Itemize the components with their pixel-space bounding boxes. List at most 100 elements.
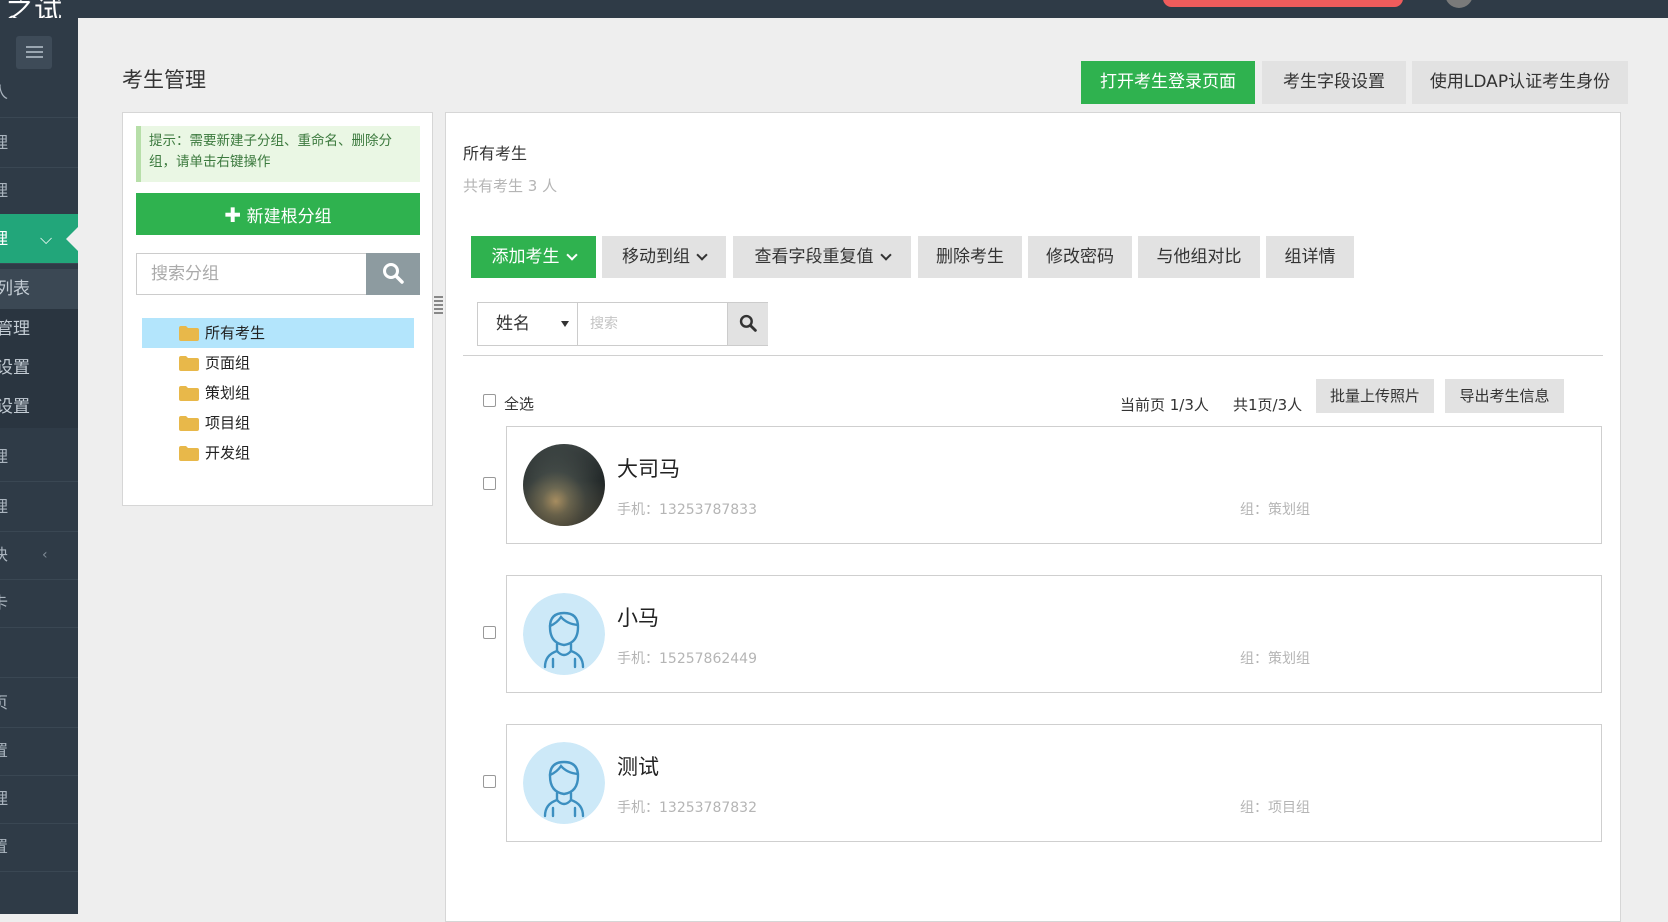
add-student-label: 添加考生 <box>491 247 560 267</box>
menu-toggle-icon[interactable] <box>16 36 52 69</box>
sidebar-item-label: 置 <box>0 822 8 871</box>
upload-photos-button[interactable]: 批量上传照片 <box>1316 379 1434 413</box>
student-card[interactable]: 测试 手机：13253787832 组：项目组 <box>506 724 1602 842</box>
default-avatar-icon <box>523 742 605 824</box>
sidebar-item[interactable]: 卡 <box>0 578 78 628</box>
group-title: 所有考生 <box>463 144 528 163</box>
group-search-input[interactable] <box>136 253 367 295</box>
add-student-button[interactable]: 添加考生 <box>471 236 596 278</box>
folder-icon <box>179 416 199 431</box>
sidebar-item-label: 理 <box>0 432 8 481</box>
sidebar-item[interactable]: 页 <box>0 678 78 728</box>
sidebar-item-label: 理 <box>0 774 8 823</box>
total-info: 共1页/3人 <box>1233 396 1303 414</box>
sidebar-item-label: 理 <box>0 214 8 263</box>
user-avatar[interactable] <box>1445 0 1473 8</box>
sidebar-subitem[interactable]: 设置 <box>0 387 78 428</box>
tree-item-group[interactable]: 项目组 <box>142 408 414 438</box>
group-details-button[interactable]: 组详情 <box>1266 236 1354 278</box>
tree-item-label: 策划组 <box>205 384 251 402</box>
top-alert-pill[interactable] <box>1163 0 1403 7</box>
tree-item-label: 项目组 <box>205 414 251 432</box>
group-panel: 提示：需要新建子分组、重命名、删除分组，请单击右键操作 ✚ 新建根分组 所有考生… <box>122 112 433 506</box>
student-search-input[interactable] <box>578 303 727 345</box>
sidebar-item-label: 理 <box>0 118 8 167</box>
delete-student-button[interactable]: 删除考生 <box>918 236 1022 278</box>
search-icon <box>739 314 757 332</box>
tree-item-group[interactable]: 开发组 <box>142 438 414 468</box>
folder-icon <box>179 386 199 401</box>
compare-group-button[interactable]: 与他组对比 <box>1138 236 1260 278</box>
page-title: 考生管理 <box>122 68 206 92</box>
default-avatar-icon <box>523 593 605 675</box>
student-card[interactable]: 小马 手机：15257862449 组：策划组 <box>506 575 1602 693</box>
student-name: 测试 <box>617 755 659 779</box>
sidebar-item[interactable]: 置 <box>0 726 78 776</box>
filter-field-value: 姓名 <box>496 314 530 334</box>
student-name: 大司马 <box>617 457 680 481</box>
group-tree: 所有考生 页面组 策划组 项目组 开发组 <box>142 318 414 468</box>
sidebar-item-label: 置 <box>0 726 8 775</box>
tree-item-all-students[interactable]: 所有考生 <box>142 318 414 348</box>
sidebar-item[interactable]: 理 <box>0 482 78 532</box>
student-checkbox[interactable] <box>483 626 496 639</box>
select-all-label: 全选 <box>504 395 535 413</box>
chevron-down-icon: ⌵ <box>40 229 53 248</box>
sidebar: 人 理 理 理 ⌵ 列表 管理 设置 设置 理 理 块‹ 卡 页 置 理 置 <box>0 18 78 914</box>
sidebar-item[interactable]: 理 <box>0 774 78 824</box>
sidebar-subitem[interactable]: 列表 <box>0 269 78 310</box>
student-phone: 手机：15257862449 <box>617 651 757 667</box>
sidebar-subitem[interactable]: 设置 <box>0 348 78 389</box>
tree-item-label: 开发组 <box>205 444 251 462</box>
move-to-group-label: 移动到组 <box>622 247 690 267</box>
view-duplicates-button[interactable]: 查看字段重复值 <box>733 236 911 278</box>
sidebar-item[interactable]: 人 <box>0 68 78 118</box>
search-icon <box>383 262 404 284</box>
sidebar-item[interactable]: 理 <box>0 166 78 216</box>
sidebar-item[interactable]: 理 <box>0 118 78 168</box>
student-phone: 手机：13253787833 <box>617 502 757 518</box>
top-bar: 之试 <box>0 0 1668 26</box>
student-checkbox[interactable] <box>483 775 496 788</box>
student-filter: 姓名 <box>477 302 768 346</box>
field-settings-button[interactable]: 考生字段设置 <box>1262 61 1406 104</box>
sidebar-item-label: 人 <box>0 68 8 117</box>
panel-resize-handle[interactable] <box>434 296 444 316</box>
sidebar-item-label: 卡 <box>0 578 8 627</box>
student-card[interactable]: 大司马 手机：13253787833 组：策划组 <box>506 426 1602 544</box>
sidebar-item-label: 块 <box>0 530 8 579</box>
student-count: 共有考生 3 人 <box>463 177 558 195</box>
new-root-group-label: 新建根分组 <box>246 207 332 227</box>
tree-item-group[interactable]: 页面组 <box>142 348 414 378</box>
move-to-group-button[interactable]: 移动到组 <box>602 236 726 278</box>
sidebar-item[interactable]: 理 <box>0 432 78 482</box>
sidebar-item-label: 理 <box>0 166 8 215</box>
sidebar-item-label: 理 <box>0 482 8 531</box>
student-checkbox[interactable] <box>483 477 496 490</box>
chevron-down-icon <box>879 249 892 261</box>
sidebar-item[interactable] <box>0 628 78 678</box>
chevron-down-icon <box>565 249 578 261</box>
tip-message: 提示：需要新建子分组、重命名、删除分组，请单击右键操作 <box>136 126 420 182</box>
ldap-auth-button[interactable]: 使用LDAP认证考生身份 <box>1412 61 1628 104</box>
filter-field-select[interactable]: 姓名 <box>478 303 578 345</box>
change-password-button[interactable]: 修改密码 <box>1028 236 1132 278</box>
tree-item-label: 页面组 <box>205 354 251 372</box>
chevron-left-icon: ‹ <box>42 547 48 563</box>
sidebar-item[interactable]: 块‹ <box>0 530 78 580</box>
sidebar-item-active[interactable]: 理 ⌵ <box>0 214 78 264</box>
sidebar-subitem[interactable]: 管理 <box>0 309 78 350</box>
student-group: 组：策划组 <box>1240 651 1310 667</box>
new-root-group-button[interactable]: ✚ 新建根分组 <box>136 193 420 235</box>
student-group: 组：策划组 <box>1240 502 1310 518</box>
sidebar-subitem-label: 设置 <box>0 397 30 417</box>
tree-item-label: 所有考生 <box>205 324 266 342</box>
tree-item-group[interactable]: 策划组 <box>142 378 414 408</box>
view-duplicates-label: 查看字段重复值 <box>754 247 874 267</box>
open-login-page-button[interactable]: 打开考生登录页面 <box>1081 61 1255 104</box>
select-all-checkbox[interactable] <box>483 394 496 407</box>
export-students-button[interactable]: 导出考生信息 <box>1445 379 1564 413</box>
group-search-button[interactable] <box>366 253 420 295</box>
sidebar-item[interactable]: 置 <box>0 822 78 872</box>
student-search-button[interactable] <box>727 303 768 345</box>
